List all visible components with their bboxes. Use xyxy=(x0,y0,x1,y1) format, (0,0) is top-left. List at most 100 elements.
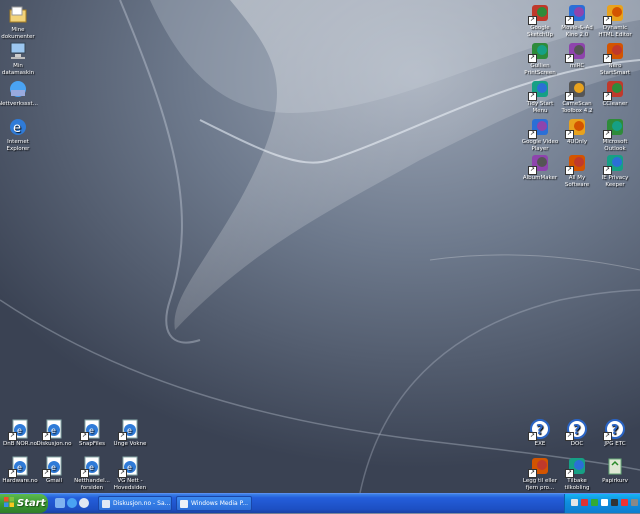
tilbake-restore-desktop-icon[interactable]: ↗ Tilbake tilkobling xyxy=(557,455,597,491)
svg-text:?: ? xyxy=(573,423,581,438)
svg-text:e: e xyxy=(17,463,22,472)
shortcut-arrow-icon: ↗ xyxy=(603,16,612,25)
camstudio-toolbox-icon: ↗ xyxy=(565,78,588,101)
taskbar-button-diskusjon[interactable]: Diskusjon.no - Sa... xyxy=(98,496,172,511)
shortcut-arrow-icon: ↗ xyxy=(528,432,537,441)
icon-label: DOC xyxy=(570,441,584,447)
unge-vokne-icon: e ↗ xyxy=(118,418,141,441)
show-desktop-icon[interactable] xyxy=(55,498,65,508)
shortcut-arrow-icon: ↗ xyxy=(80,469,89,478)
google-sketchup-desktop-icon[interactable]: ↗ Google SketchUp xyxy=(520,2,560,38)
icon-label: CCleaner xyxy=(602,101,628,107)
svg-text:e: e xyxy=(89,426,94,435)
shortcut-arrow-icon: ↗ xyxy=(118,432,127,441)
shortcut-arrow-icon: ↗ xyxy=(603,166,612,175)
browser-icon xyxy=(102,500,110,508)
doc-help-desktop-icon[interactable]: ? ↗ DOC xyxy=(557,418,597,448)
doc-help-icon: ? ↗ xyxy=(565,418,588,441)
movie-maker-desktop-icon[interactable]: ↗ Movie-&-Ad Kino 2.0 xyxy=(557,2,597,38)
exe-help-desktop-icon[interactable]: ? ↗ EXE xyxy=(520,418,560,448)
diskusjon-icon: e ↗ xyxy=(42,418,65,441)
netthandel-desktop-icon[interactable]: e ↗ Netthandel... forsiden xyxy=(72,455,112,491)
svg-text:e: e xyxy=(89,463,94,472)
hardware-icon: e ↗ xyxy=(8,455,31,478)
start-button[interactable]: Start xyxy=(0,494,48,513)
mirc-icon: ↗ xyxy=(565,40,588,63)
google-video-player-desktop-icon[interactable]: ↗ Google Video Player xyxy=(520,116,560,152)
my-computer-desktop-icon[interactable]: Min datamaskin xyxy=(0,40,38,76)
tray-icon-3[interactable] xyxy=(591,499,598,506)
tray-icon-6[interactable] xyxy=(621,499,628,506)
ccleaner-icon: ↗ xyxy=(603,78,626,101)
all-my-software-desktop-icon[interactable]: ↗ All My Software xyxy=(557,152,597,188)
tidy-start-menu-icon: ↗ xyxy=(528,78,551,101)
vg-nett-desktop-icon[interactable]: e ↗ VG Nett - Hovedsiden xyxy=(110,455,150,491)
microsoft-outlook-icon: ↗ xyxy=(603,116,626,139)
gmail-icon: e ↗ xyxy=(42,455,65,478)
tray-icon-5[interactable] xyxy=(611,499,618,506)
taskbar-button-media-player[interactable]: Windows Media P... xyxy=(176,496,252,511)
shortcut-arrow-icon: ↗ xyxy=(42,469,51,478)
add-remove-programs-icon: ↗ xyxy=(528,455,551,478)
icon-label: Netthandel... forsiden xyxy=(74,478,110,491)
icon-label: EXE xyxy=(534,441,546,447)
shortcut-arrow-icon: ↗ xyxy=(565,130,574,139)
privacy-keeper-icon: ↗ xyxy=(603,152,626,175)
nero-startsmart-desktop-icon[interactable]: ↗ Nero StartSmart xyxy=(595,40,635,76)
snapfiles-desktop-icon[interactable]: e ↗ SnapFiles xyxy=(72,418,112,448)
media-player-quicklaunch-icon[interactable] xyxy=(79,498,89,508)
internet-explorer-desktop-icon[interactable]: e Internet Explorer xyxy=(0,116,38,152)
gullien-printscreen-desktop-icon[interactable]: ↗ Gullien PrintScreen xyxy=(520,40,560,76)
gmail-desktop-icon[interactable]: e ↗ Gmail xyxy=(34,455,74,485)
4uonly-desktop-icon[interactable]: ↗ 4UOnly xyxy=(557,116,597,146)
shortcut-arrow-icon: ↗ xyxy=(118,469,127,478)
icon-label: Dynamic HTML Editor xyxy=(598,25,632,38)
jpg-etc-help-desktop-icon[interactable]: ? ↗ JPG ETC xyxy=(595,418,635,448)
all-my-software-icon: ↗ xyxy=(565,152,588,175)
icon-label: Gmail xyxy=(45,478,63,484)
shortcut-arrow-icon: ↗ xyxy=(603,130,612,139)
svg-text:?: ? xyxy=(536,423,544,438)
tray-icon-1[interactable] xyxy=(571,499,578,506)
start-label: Start xyxy=(17,498,46,509)
unge-vokne-desktop-icon[interactable]: e ↗ Unge Vokne xyxy=(110,418,150,448)
shortcut-arrow-icon: ↗ xyxy=(603,54,612,63)
vg-nett-icon: e ↗ xyxy=(118,455,141,478)
tilbake-restore-icon: ↗ xyxy=(565,455,588,478)
recycle-bin-desktop-icon[interactable]: Papirkurv xyxy=(595,455,635,485)
icon-label: Mine dokumenter xyxy=(1,27,35,40)
tray-icon-2[interactable] xyxy=(581,499,588,506)
privacy-keeper-desktop-icon[interactable]: ↗ IE Privacy Keeper xyxy=(595,152,635,188)
ccleaner-desktop-icon[interactable]: ↗ CCleaner xyxy=(595,78,635,108)
netthandel-icon: e ↗ xyxy=(80,455,103,478)
shortcut-arrow-icon: ↗ xyxy=(603,92,612,101)
shortcut-arrow-icon: ↗ xyxy=(565,432,574,441)
icon-label: Microsoft Outlook xyxy=(602,139,628,152)
dynamic-html-editor-desktop-icon[interactable]: ↗ Dynamic HTML Editor xyxy=(595,2,635,38)
tray-icon-4[interactable] xyxy=(601,499,608,506)
svg-text:e: e xyxy=(127,463,132,472)
albummaker-desktop-icon[interactable]: ↗ AlbumMaker xyxy=(520,152,560,182)
icon-label: JPG ETC xyxy=(604,441,626,447)
diskusjon-desktop-icon[interactable]: e ↗ Diskusjon.no xyxy=(34,418,74,448)
icon-label: Movie-&-Ad Kino 2.0 xyxy=(561,25,593,38)
microsoft-outlook-desktop-icon[interactable]: ↗ Microsoft Outlook xyxy=(595,116,635,152)
shortcut-arrow-icon: ↗ xyxy=(565,54,574,63)
tidy-start-menu-desktop-icon[interactable]: ↗ Tidy Start Menu xyxy=(520,78,560,114)
svg-text:e: e xyxy=(13,121,21,136)
tray-icon-7[interactable] xyxy=(631,499,638,506)
ie-quicklaunch-icon[interactable] xyxy=(67,498,77,508)
shortcut-arrow-icon: ↗ xyxy=(528,16,537,25)
icon-label: CameScan Toolbox 4.2 xyxy=(561,101,593,114)
svg-text:?: ? xyxy=(611,423,619,438)
icon-label: VG Nett - Hovedsiden xyxy=(113,478,147,491)
icon-label: 4UOnly xyxy=(566,139,588,145)
camstudio-toolbox-desktop-icon[interactable]: ↗ CameScan Toolbox 4.2 xyxy=(557,78,597,114)
recycle-bin-icon xyxy=(604,455,626,477)
shortcut-arrow-icon: ↗ xyxy=(603,432,612,441)
add-remove-programs-desktop-icon[interactable]: ↗ Legg til eller fjern pro... xyxy=(520,455,560,491)
mirc-desktop-icon[interactable]: ↗ mIRC xyxy=(557,40,597,70)
network-desktop-icon[interactable]: Nettverkssst... xyxy=(0,78,38,108)
gullien-printscreen-icon: ↗ xyxy=(528,40,551,63)
my-documents-desktop-icon[interactable]: Mine dokumenter xyxy=(0,4,38,40)
